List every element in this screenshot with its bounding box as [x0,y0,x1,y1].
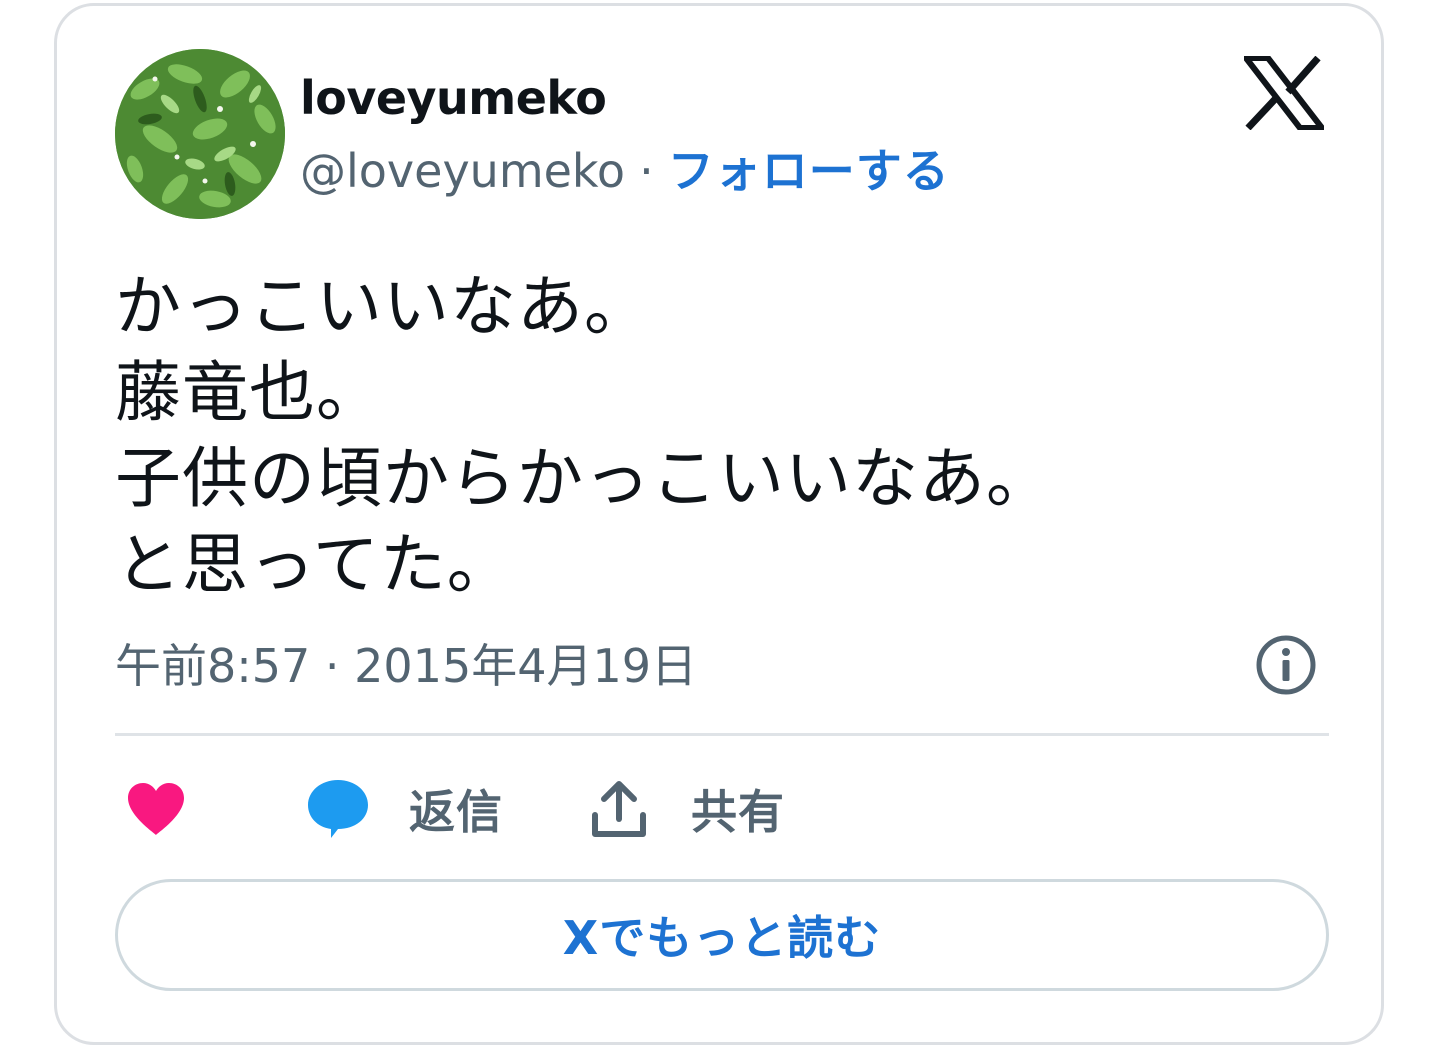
share-upload-icon [592,781,646,837]
share-button[interactable]: 共有 [591,772,785,846]
handle-row: @loveyumeko · フォローする [300,140,950,202]
tweet-card: loveyumeko @loveyumeko · フォローする かっこいいなあ。 藤… [54,3,1384,1045]
share-label: 共有 [691,785,785,839]
handle-separator: · [639,144,654,198]
reply-label: 返信 [409,785,503,839]
follow-link[interactable]: フォローする [668,144,950,198]
heart-icon [128,783,184,835]
x-logo-icon[interactable] [1244,56,1324,130]
tweet-text: かっこいいなあ。 藤竜也。 子供の頃からかっこいいなあ。 と思ってた。 [115,264,1325,608]
read-more-label: Xでもっと読む [562,911,882,965]
speech-bubble-icon [308,780,368,838]
read-more-button[interactable]: Xでもっと読む [115,879,1329,991]
display-name[interactable]: loveyumeko [300,68,607,128]
divider [115,733,1329,736]
tweet-line: 藤竜也。 [115,354,383,431]
user-handle[interactable]: @loveyumeko [300,144,625,198]
tweet-line: と思ってた。 [115,526,514,603]
tweet-line: 子供の頃からかっこいいなあ。 [115,440,1053,517]
avatar[interactable] [115,49,285,219]
like-button[interactable] [125,772,187,846]
reply-button[interactable]: 返信 [305,772,503,846]
avatar-leaves-image [115,49,285,219]
action-bar: 返信 共有 [115,772,1329,846]
tweet-timestamp[interactable]: 午前8:57 · 2015年4月19日 [115,634,697,698]
info-icon[interactable] [1255,634,1317,696]
tweet-line: かっこいいなあ。 [115,268,651,345]
